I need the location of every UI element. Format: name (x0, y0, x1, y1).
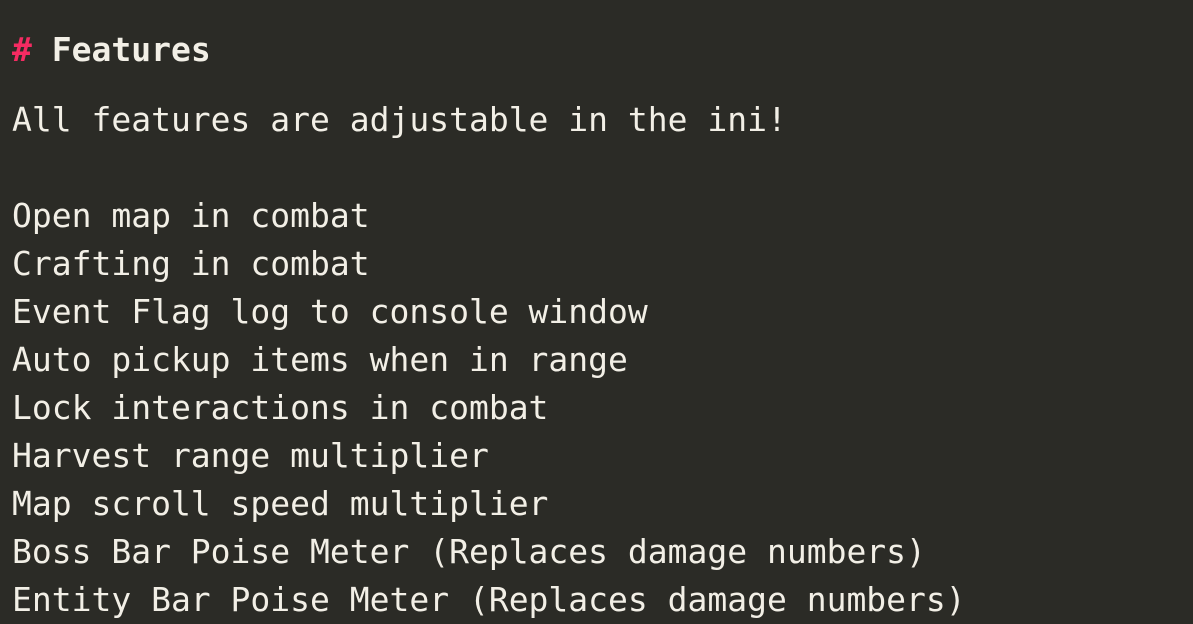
feature-item: Harvest range multiplier (12, 436, 489, 476)
feature-item: Entity Bar Poise Meter (Replaces damage … (12, 580, 966, 620)
heading-hash-marker: # (12, 30, 32, 70)
feature-item: Lock interactions in combat (12, 388, 549, 428)
blank-spacer-line (12, 144, 1193, 192)
page-title-text: Features (51, 30, 211, 70)
feature-item: Open map in combat (12, 196, 370, 236)
feature-item: Map scroll speed multiplier (12, 484, 549, 524)
feature-list: Open map in combat Crafting in combat Ev… (12, 192, 1193, 624)
markdown-document: # Features All features are adjustable i… (0, 0, 1193, 621)
feature-item: Event Flag log to console window (12, 292, 648, 332)
heading-space (32, 30, 52, 69)
feature-item: Auto pickup items when in range (12, 340, 628, 380)
page-title: # Features (12, 26, 1193, 74)
feature-item: Boss Bar Poise Meter (Replaces damage nu… (12, 532, 926, 572)
feature-item: Crafting in combat (12, 244, 370, 284)
intro-text: All features are adjustable in the ini! (12, 100, 787, 140)
